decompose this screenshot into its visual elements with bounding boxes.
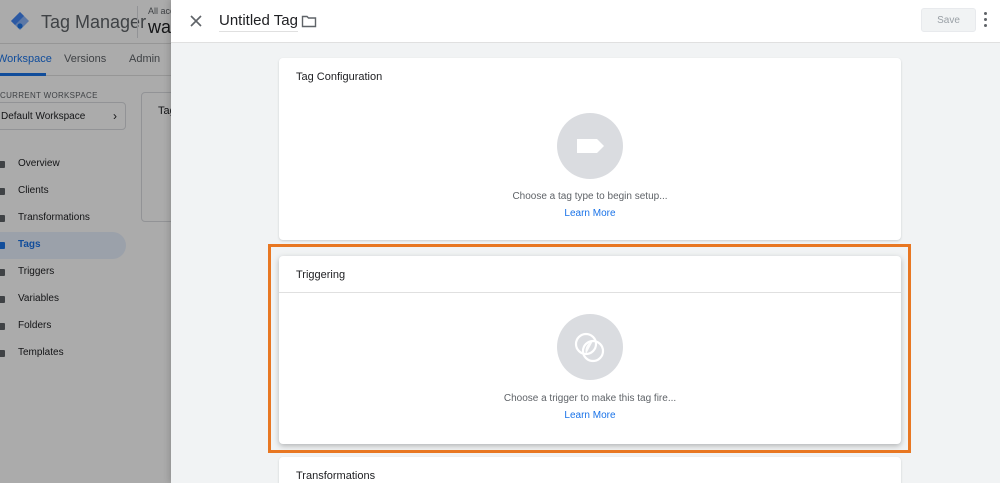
transformations-card[interactable]: Transformations (279, 457, 901, 483)
tag-name-field[interactable]: Untitled Tag (219, 12, 298, 32)
sheet-header: Untitled Tag Save (171, 0, 1000, 43)
tag-type-placeholder[interactable] (557, 113, 623, 179)
more-options-icon[interactable] (982, 12, 988, 30)
tag-configuration-card[interactable]: Tag Configuration Choose a tag type to b… (279, 58, 901, 240)
learn-more-link[interactable]: Learn More (279, 208, 901, 219)
close-icon[interactable] (187, 12, 205, 30)
tag-configuration-title: Tag Configuration (296, 71, 383, 83)
transformations-title: Transformations (296, 470, 376, 482)
tag-editor-sheet: Untitled Tag Save Tag Configuration Choo… (171, 0, 1000, 483)
folder-icon[interactable] (301, 13, 317, 29)
tag-icon (577, 139, 604, 153)
tag-config-placeholder-text: Choose a tag type to begin setup... (512, 191, 668, 202)
save-button[interactable]: Save (921, 8, 976, 32)
highlight-annotation (268, 244, 911, 453)
